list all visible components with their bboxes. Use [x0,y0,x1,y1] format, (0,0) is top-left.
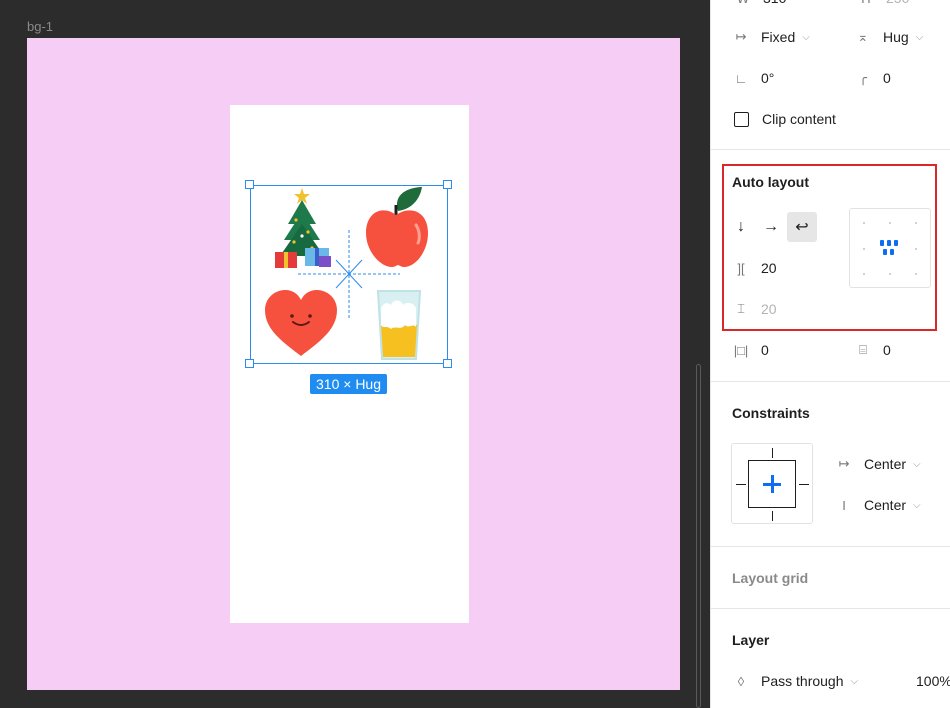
blend-mode-dropdown[interactable]: ◊ Pass through ⌵ [732,673,858,689]
resize-handle-bottom-left[interactable] [245,359,254,368]
horizontal-padding-field[interactable]: |□| 0 [732,342,769,358]
constraint-bottom-line[interactable] [772,511,773,521]
width-value-field[interactable]: W 310 [734,0,787,6]
corner-radius-field[interactable]: ╭ 0 [854,70,891,86]
height-icon: H [857,0,875,6]
rotation-field[interactable]: ∟ 0° [732,70,775,86]
resize-handle-top-right[interactable] [443,180,452,189]
width-mode-dropdown[interactable]: ↦ Fixed ⌵ [732,29,810,45]
corner-radius-icon: ╭ [859,70,867,85]
clip-content-label: Clip content [762,111,836,127]
frame-section: W 310 H 250 ↦ Fixed ⌵ ⌅ Hug ⌵ ∟ 0° ╭ 0 C… [711,0,950,150]
layout-grid-section: Layout grid [711,547,950,609]
resize-handle-top-left[interactable] [245,180,254,189]
chevron-down-icon: ⌵ [913,458,921,470]
opacity-field[interactable]: 100% [916,673,950,689]
chevron-down-icon: ⌵ [913,499,921,511]
horizontal-resize-icon: ↦ [735,29,747,44]
rotation-icon: ∟ [734,70,748,86]
properties-panel: W 310 H 250 ↦ Fixed ⌵ ⌅ Hug ⌵ ∟ 0° ╭ 0 C… [710,0,950,708]
height-mode-dropdown[interactable]: ⌅ Hug ⌵ [854,29,924,45]
vertical-hug-icon: ⌅ [857,29,869,44]
blend-drop-icon: ◊ [737,673,745,689]
resize-handle-bottom-right[interactable] [443,359,452,368]
clip-content-checkbox[interactable]: Clip content [734,111,836,127]
chevron-down-icon: ⌵ [915,31,924,43]
horizontal-constraint-icon: ↦ [838,456,850,471]
checkbox-icon[interactable] [734,111,749,127]
horizontal-constraint-dropdown[interactable]: ↦ Center ⌵ [835,456,921,472]
vertical-padding-icon: ⌸ [859,342,867,357]
chevron-down-icon: ⌵ [802,31,810,43]
selection-box[interactable] [250,185,448,364]
auto-layout-highlight [722,164,937,331]
constraint-left-line[interactable] [736,484,746,485]
vertical-constraint-icon: I [842,497,846,513]
layout-grid-title[interactable]: Layout grid [732,570,808,586]
vertical-padding-field[interactable]: ⌸ 0 [854,342,891,358]
constraint-inner-box [748,460,796,508]
constraint-widget[interactable] [731,443,813,524]
width-icon: W [734,0,752,6]
size-badge: 310 × Hug [310,374,387,394]
constraint-right-line[interactable] [799,484,809,485]
height-value-field[interactable]: H 250 [857,0,909,6]
horizontal-padding-icon: |□| [733,342,749,358]
phone-frame[interactable] [230,105,469,623]
chevron-down-icon: ⌵ [850,675,859,687]
layer-section: Layer ◊ Pass through ⌵ 100% [711,609,950,708]
canvas[interactable]: bg-1 310 × Hug [0,0,710,708]
frame-label[interactable]: bg-1 [27,19,53,34]
layer-title: Layer [732,632,770,648]
constraint-top-line[interactable] [772,448,773,458]
constraints-title: Constraints [732,405,810,421]
canvas-scrollbar[interactable] [696,364,701,708]
constraint-center-v[interactable] [771,475,774,493]
vertical-constraint-dropdown[interactable]: I Center ⌵ [835,497,921,513]
